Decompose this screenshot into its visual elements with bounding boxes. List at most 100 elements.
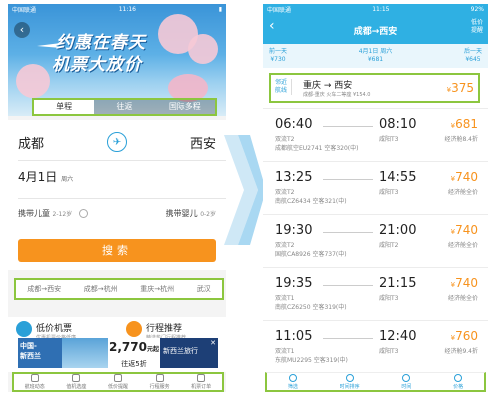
arrival-time: 12:40: [379, 329, 417, 344]
transition-arrow-icon: [224, 135, 266, 245]
nav-flight-status[interactable]: 航班动态: [25, 374, 45, 390]
close-icon[interactable]: ✕: [210, 339, 216, 347]
from-city[interactable]: 成都: [18, 133, 44, 152]
nav-trip-service[interactable]: 行程服务: [150, 374, 170, 390]
list-icon: [197, 374, 206, 382]
nav-price-alert[interactable]: 低价提醒: [108, 374, 128, 390]
to-city[interactable]: 西安: [190, 133, 216, 152]
status-bar: 中国联通 11:16 ▮: [8, 4, 226, 14]
left-phone-screen: 中国联通 11:16 ▮ ‹ 约惠在春天 机票大放价 单程 往返 国际多程 成都…: [8, 4, 226, 392]
child-age: 2-12岁: [52, 211, 73, 218]
history-item[interactable]: 重庆→杭州: [140, 284, 174, 294]
history-item[interactable]: 成都→西安: [27, 284, 61, 294]
arrival-airport: 咸阳T3: [379, 136, 399, 143]
flight-price: ¥740: [450, 170, 478, 184]
flight-row[interactable]: 19:30 21:00 双流T2 咸阳T2 国航CA8926 空客737(中) ¥740 经…: [263, 214, 488, 266]
nav-orders[interactable]: 机票订单: [191, 374, 211, 390]
nearby-route-card[interactable]: 邻近 航线 重庆 → 西安 成都-重庆 火车二等座 ¥154.0 ¥375: [269, 73, 480, 103]
route-line: [323, 126, 373, 127]
arrival-time: 21:00: [379, 223, 417, 238]
nearby-tag: 邻近 航线: [275, 79, 293, 95]
prev-day-button[interactable]: 前一天 ¥730: [269, 48, 287, 64]
cabin-class: 经济舱全价: [447, 242, 478, 249]
nearby-price: ¥375: [446, 81, 474, 95]
departure-airport: 双流T1: [275, 348, 295, 355]
nearby-sub: 成都-重庆 火车二等座 ¥154.0: [303, 92, 371, 98]
bottom-nav: 筛选 时间排序 时间 价格: [265, 372, 486, 392]
next-day-button[interactable]: 后一天 ¥645: [464, 48, 482, 64]
nav-filter[interactable]: 筛选: [288, 374, 298, 390]
flight-price: ¥740: [450, 223, 478, 237]
nav-time[interactable]: 时间: [401, 374, 411, 390]
flight-row[interactable]: 06:40 08:10 双流T2 咸阳T3 成都航空EU2741 空客320(中) ¥68…: [263, 108, 488, 160]
flight-row[interactable]: 13:25 14:55 双流T2 咸阳T3 南航CZ6434 空客321(中) ¥740 经…: [263, 161, 488, 213]
infant-age: 0-2岁: [200, 211, 216, 218]
ad-banner[interactable]: 中国- 新西兰 2,770元起 往返5折 新西兰旅行 ✕: [18, 338, 218, 368]
status-bar: 中国联通 11:15 92%: [263, 4, 488, 14]
route-line: [323, 338, 373, 339]
flight-row[interactable]: 11:05 12:40 双流T1 咸阳T3 东航MU2295 空客319(中) ¥760 经…: [263, 320, 488, 372]
clock-icon: [402, 374, 411, 382]
date-switcher: 前一天 ¥730 4月1日 周六 ¥681 后一天 ¥645: [263, 44, 488, 68]
route-line: [323, 179, 373, 180]
tab-round-trip[interactable]: 往返: [94, 100, 155, 114]
date-value: 4月1日: [18, 170, 58, 184]
nav-price[interactable]: 价格: [453, 374, 463, 390]
flight-row[interactable]: 19:35 21:15 双流T1 咸阳T3 南航CZ6250 空客319(中) ¥740 经…: [263, 267, 488, 319]
cabin-class: 经济舱全价: [447, 295, 478, 302]
current-day[interactable]: 4月1日 周六 ¥681: [359, 48, 393, 64]
weekday-value: 周六: [61, 176, 74, 183]
promo-title: 行程推荐: [146, 324, 183, 334]
history-item[interactable]: 成都→杭州: [84, 284, 118, 294]
search-button[interactable]: 搜索: [18, 239, 216, 262]
briefcase-icon: [155, 374, 164, 382]
promo-banner[interactable]: 中国联通 11:16 ▮ ‹ 约惠在春天 机票大放价 单程 往返 国际多程: [8, 4, 226, 116]
nav-checkin[interactable]: 值机选座: [66, 374, 86, 390]
cabin-class: 经济舱全价: [447, 189, 478, 196]
flight-number: 东航MU2295 空客319(中): [275, 357, 348, 364]
departure-time: 19:35: [275, 276, 313, 291]
infant-checkbox[interactable]: 携带婴儿 0-2岁: [166, 208, 216, 219]
ad-price: 2,770: [109, 340, 147, 354]
date-field[interactable]: 4月1日 周六: [18, 168, 73, 185]
clock-text: 11:15: [372, 5, 390, 13]
sort-icon: [345, 374, 354, 382]
arrival-airport: 咸阳T3: [379, 348, 399, 355]
nav-sort-time[interactable]: 时间排序: [340, 374, 360, 390]
battery-text: 92%: [470, 5, 484, 13]
plane-status-icon: [30, 374, 39, 382]
carrier-text: 中国联通: [12, 6, 37, 14]
child-label: 携带儿童: [18, 209, 50, 218]
bell-icon: [113, 374, 122, 382]
arrival-time: 14:55: [379, 170, 417, 185]
infant-label: 携带婴儿: [165, 209, 198, 218]
departure-time: 11:05: [275, 329, 313, 344]
page-title: 成都→西安: [353, 27, 398, 37]
ad-price-unit: 元起: [146, 346, 159, 353]
flight-number: 国航CA8926 空客737(中): [275, 251, 347, 258]
filter-icon: [288, 374, 297, 382]
arrival-airport: 咸阳T3: [379, 295, 399, 302]
ticket-icon: [16, 321, 32, 337]
swap-icon[interactable]: ✈: [107, 132, 127, 152]
history-item[interactable]: 武汉: [197, 284, 211, 294]
departure-time: 06:40: [275, 117, 313, 132]
tab-one-way[interactable]: 单程: [34, 100, 95, 114]
departure-airport: 双流T2: [275, 242, 295, 249]
flight-number: 成都航空EU2741 空客320(中): [275, 145, 359, 152]
seat-icon: [72, 374, 81, 382]
back-icon[interactable]: ‹: [14, 22, 30, 38]
child-checkbox[interactable]: 携带儿童 2-12岁: [18, 208, 88, 219]
search-history: 成都→西安 成都→杭州 重庆→杭州 武汉: [14, 278, 224, 300]
low-price-alert-button[interactable]: 低价 提醒: [471, 19, 483, 35]
arrival-airport: 咸阳T3: [379, 189, 399, 196]
departure-airport: 双流T2: [275, 136, 295, 143]
promo-title: 低价机票: [36, 324, 73, 334]
suitcase-icon: [126, 321, 142, 337]
departure-time: 19:30: [275, 223, 313, 238]
arrival-time: 08:10: [379, 117, 417, 132]
cabin-class: 经济舱8.4折: [444, 136, 478, 143]
tab-multi-city[interactable]: 国际多程: [154, 100, 215, 114]
battery-icon: ▮: [218, 5, 222, 13]
flight-price: ¥760: [450, 329, 478, 343]
